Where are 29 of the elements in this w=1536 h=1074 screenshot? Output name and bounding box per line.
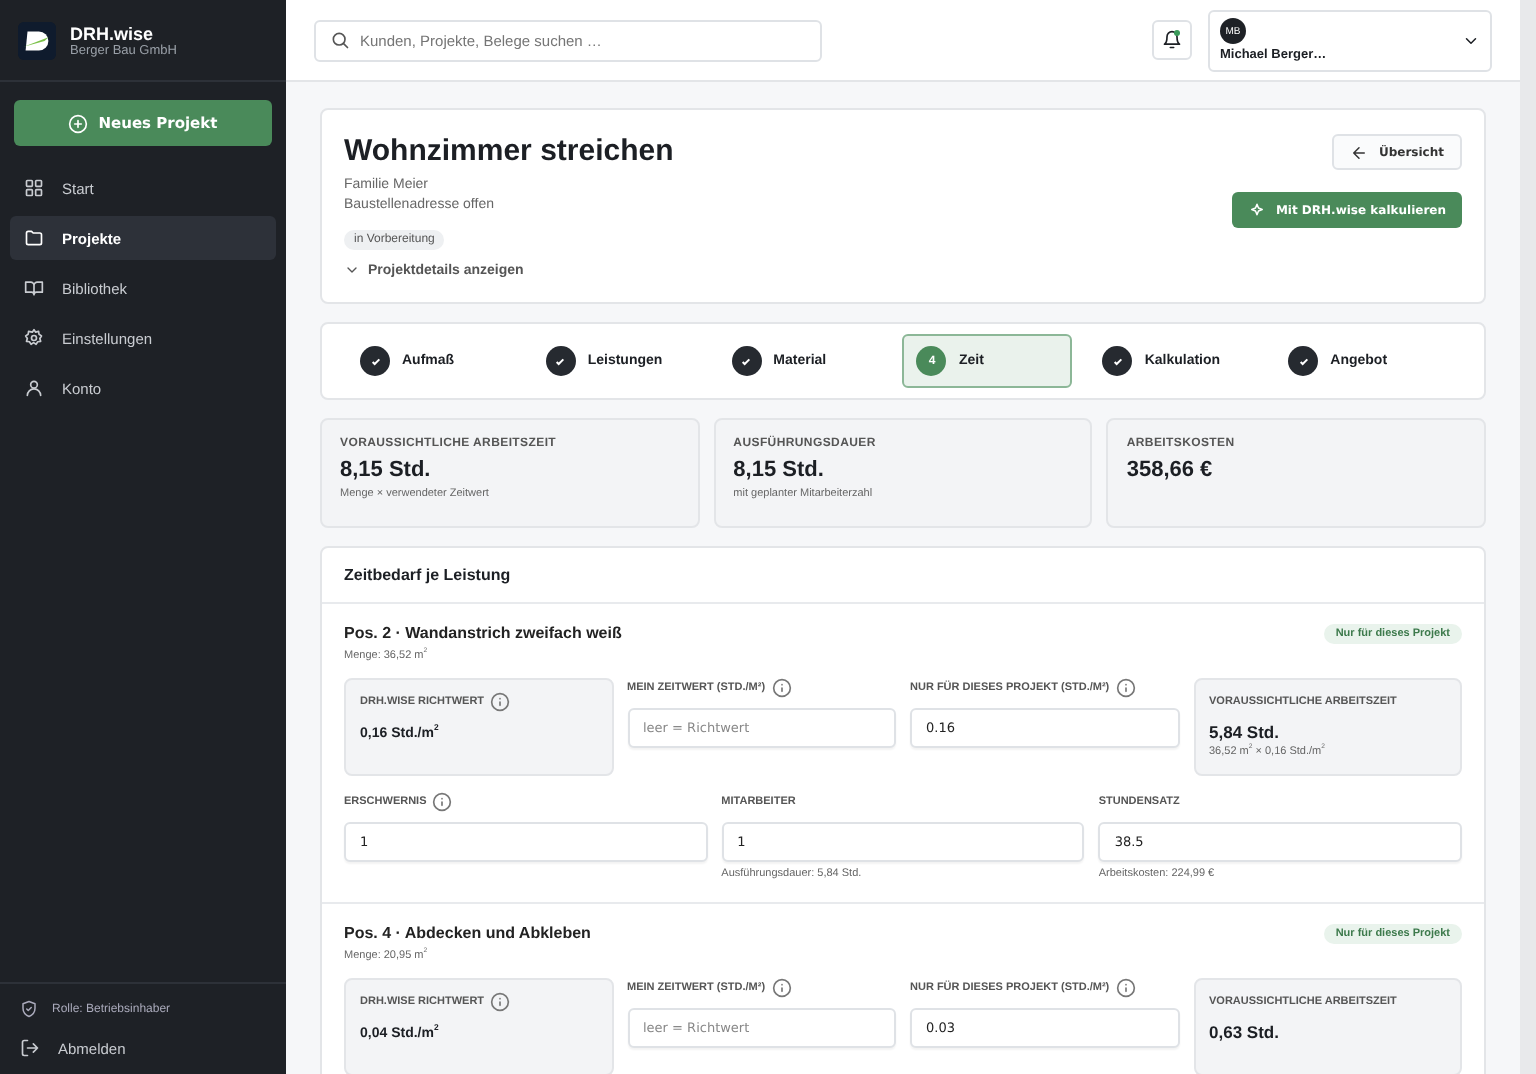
- brand-name: DRH.wise: [70, 23, 156, 43]
- check-icon: [731, 346, 762, 376]
- search-icon: [330, 30, 350, 50]
- plus-circle-icon: [68, 113, 89, 133]
- result-value: 5,84 Std.: [1209, 721, 1281, 742]
- stat-value: 8,15 Std.: [733, 458, 826, 482]
- position-title: Pos. 2 · Wandanstrich zweifach weiß: [344, 624, 622, 642]
- shield-icon: [20, 1000, 38, 1018]
- bell-icon: [1162, 30, 1182, 50]
- arrow-left-icon: [1350, 143, 1369, 161]
- position-title: Pos. 4 · Abdecken und Abkleben: [344, 923, 591, 942]
- check-icon: [1102, 346, 1133, 376]
- stat-value: 8,15 Std.: [340, 458, 433, 482]
- section-title: Zeitbedarf je Leistung: [322, 548, 1484, 604]
- folder-icon: [24, 228, 44, 248]
- project-title: Wohnzimmer streichen: [344, 134, 674, 168]
- notification-button[interactable]: [1152, 20, 1192, 60]
- chevron-down-icon: [344, 262, 360, 278]
- logout-icon: [20, 1038, 40, 1058]
- check-icon: [360, 346, 390, 376]
- check-icon: [1288, 346, 1319, 376]
- book-icon: [24, 278, 44, 298]
- check-icon: [545, 346, 576, 376]
- result-value: 0,63 Std.: [1209, 1021, 1281, 1042]
- stat-value: 358,66 €: [1126, 458, 1215, 482]
- grid-icon: [24, 178, 44, 198]
- user-icon: [24, 378, 44, 398]
- sparkle-icon: [1247, 201, 1266, 219]
- settings-icon: [24, 328, 44, 348]
